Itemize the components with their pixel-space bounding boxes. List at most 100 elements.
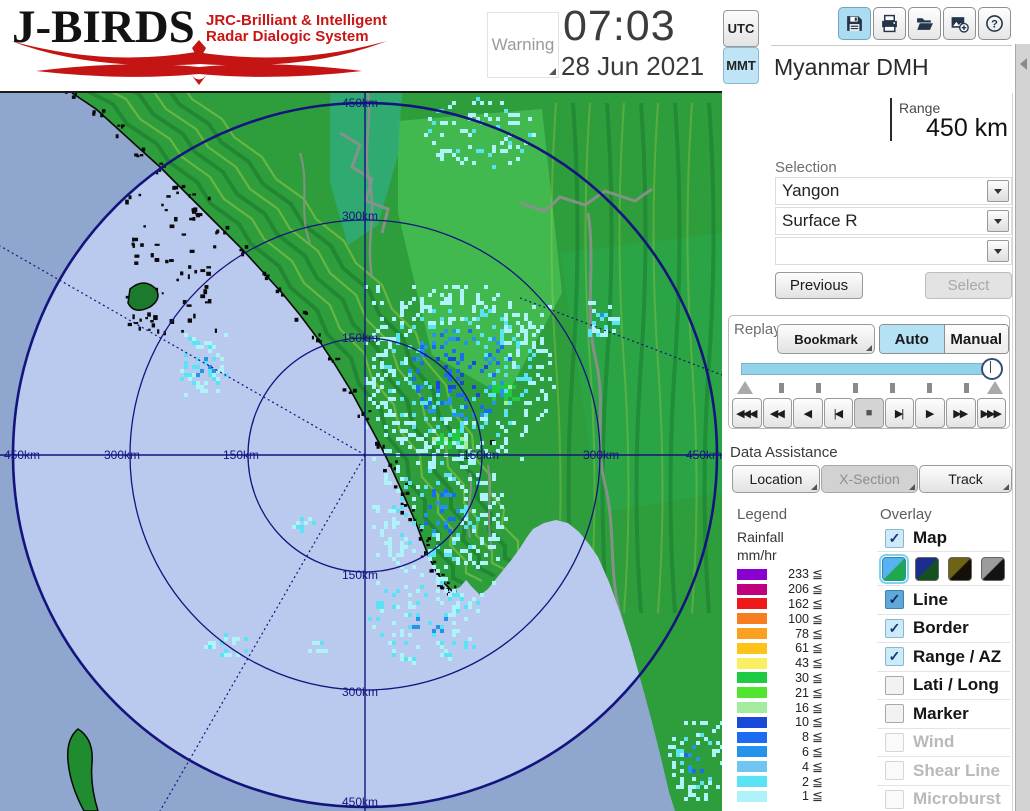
warning-button[interactable]: Warning (487, 12, 559, 78)
legend-value: 162 (767, 597, 809, 611)
auto-mode-button[interactable]: Auto (880, 325, 945, 353)
open-folder-button[interactable] (908, 7, 941, 40)
extra-dropdown-button[interactable] (987, 240, 1009, 262)
step-forward-button[interactable]: ▶| (885, 398, 915, 428)
manual-mode-button[interactable]: Manual (945, 325, 1009, 353)
legend-color-swatch (737, 658, 767, 669)
select-button[interactable]: Select (925, 272, 1012, 299)
legend-item: 21≦ (737, 685, 857, 700)
panel-collapse-strip[interactable] (1015, 44, 1030, 811)
overlay-row-range-az[interactable]: Range / AZ (877, 642, 1010, 671)
map-style-picker (877, 551, 1010, 585)
product-dropdown[interactable]: Surface R (775, 207, 1012, 235)
dropdown-corner-icon (866, 345, 872, 351)
legend-operator: ≦ (812, 670, 823, 686)
overlay-row-marker[interactable]: Marker (877, 699, 1010, 728)
overlay-item-label: Marker (913, 704, 969, 724)
legend-color-swatch (737, 717, 767, 728)
legend-value: 233 (767, 567, 809, 581)
overlay-item-label: Border (913, 618, 969, 638)
overlay-row-line[interactable]: Line (877, 585, 1010, 614)
map-style-blue-green[interactable] (882, 557, 906, 581)
location-button[interactable]: Location (732, 465, 820, 493)
legend-color-swatch (737, 687, 767, 698)
product-dropdown-button[interactable] (987, 210, 1009, 232)
legend-operator: ≦ (812, 640, 823, 656)
help-button[interactable]: ? (978, 7, 1011, 40)
step-backward-button[interactable]: |◀ (824, 398, 854, 428)
legend-operator: ≦ (812, 581, 823, 597)
site-dropdown[interactable]: Yangon (775, 177, 1012, 205)
legend-operator: ≦ (812, 729, 823, 745)
line-checkbox[interactable] (885, 590, 904, 609)
radar-map-canvas[interactable]: 450km 300km 150km 150km 300km 450km 450k… (0, 91, 722, 811)
map-style-olive-black[interactable] (948, 557, 972, 581)
stop-button[interactable]: ■ (854, 398, 884, 428)
legend-item: 233≦ (737, 567, 857, 582)
rewind-double-button[interactable]: ◀◀ (763, 398, 793, 428)
collapse-arrow-icon (1020, 58, 1027, 70)
overlay-item-label: Range / AZ (913, 647, 1001, 667)
track-label: Track (948, 471, 982, 487)
play-button[interactable]: ▶ (915, 398, 945, 428)
overlay-row-wind: Wind (877, 728, 1010, 757)
overlay-row-lati-long[interactable]: Lati / Long (877, 671, 1010, 700)
replay-timeline-slider[interactable] (741, 362, 999, 374)
overlay-section-label: Overlay (880, 506, 932, 523)
legend-item: 1≦ (737, 789, 857, 804)
track-button[interactable]: Track (919, 465, 1012, 493)
legend-value: 43 (767, 656, 809, 670)
overlay-row-border[interactable]: Border (877, 614, 1010, 643)
logo-tagline-line1: JRC-Brilliant & Intelligent (206, 13, 387, 28)
shear-line-checkbox (885, 761, 904, 780)
overlay-row-microburst: Microburst (877, 785, 1010, 811)
legend-section-label: Legend (737, 506, 787, 523)
legend-color-swatch (737, 613, 767, 624)
range-end-marker[interactable] (987, 381, 1003, 394)
site-dropdown-button[interactable] (987, 180, 1009, 202)
replay-slider-track[interactable] (741, 363, 995, 375)
rewind-triple-button[interactable]: ◀◀◀ (732, 398, 762, 428)
legend-color-swatch (737, 672, 767, 683)
dropdown-corner-icon (811, 484, 817, 490)
forward-triple-button[interactable]: ▶▶▶ (977, 398, 1007, 428)
forward-double-button[interactable]: ▶▶ (946, 398, 976, 428)
legend-operator: ≦ (812, 655, 823, 671)
extra-dropdown[interactable] (775, 237, 1012, 265)
dropdown-corner-icon (1003, 484, 1009, 490)
timezone-mmt-button[interactable]: MMT (723, 47, 759, 84)
legend-title-line2: mm/hr (737, 547, 777, 563)
print-button[interactable] (873, 7, 906, 40)
chevron-down-icon (994, 249, 1002, 254)
ring-label-150-right: 150km (463, 448, 499, 462)
clock-date: 28 Jun 2021 (561, 51, 731, 82)
legend-value: 100 (767, 612, 809, 626)
add-image-icon (950, 14, 969, 33)
bookmark-button[interactable]: Bookmark (777, 324, 875, 354)
control-panel: Range 450 km Selection Yangon Surface R … (722, 93, 1012, 811)
border-checkbox[interactable] (885, 619, 904, 638)
x-section-button[interactable]: X-Section (821, 465, 918, 493)
overlay-item-label: Line (913, 590, 948, 610)
legend-value: 1 (767, 789, 809, 803)
lati-long-checkbox[interactable] (885, 676, 904, 695)
overlay-row-map[interactable]: Map (877, 525, 1010, 551)
range-value: 450 km (872, 114, 1008, 143)
map-style-navy-darkgreen[interactable] (915, 557, 939, 581)
map-style-gray-black[interactable] (981, 557, 1005, 581)
previous-button[interactable]: Previous (775, 272, 863, 299)
save-button[interactable] (838, 7, 871, 40)
ring-label-300-left: 300km (104, 448, 140, 462)
overlay-item-label: Microburst (913, 789, 1001, 809)
marker-checkbox[interactable] (885, 704, 904, 723)
site-dropdown-value: Yangon (776, 181, 987, 201)
replay-slider-handle[interactable] (981, 358, 1003, 380)
timezone-utc-button[interactable]: UTC (723, 10, 759, 47)
legend-value: 21 (767, 686, 809, 700)
range-az-checkbox[interactable] (885, 647, 904, 666)
range-start-marker[interactable] (737, 381, 753, 394)
map-checkbox[interactable] (885, 529, 904, 548)
overlay-item-label: Map (913, 528, 947, 548)
add-image-button[interactable] (943, 7, 976, 40)
play-reverse-button[interactable]: ◀ (793, 398, 823, 428)
